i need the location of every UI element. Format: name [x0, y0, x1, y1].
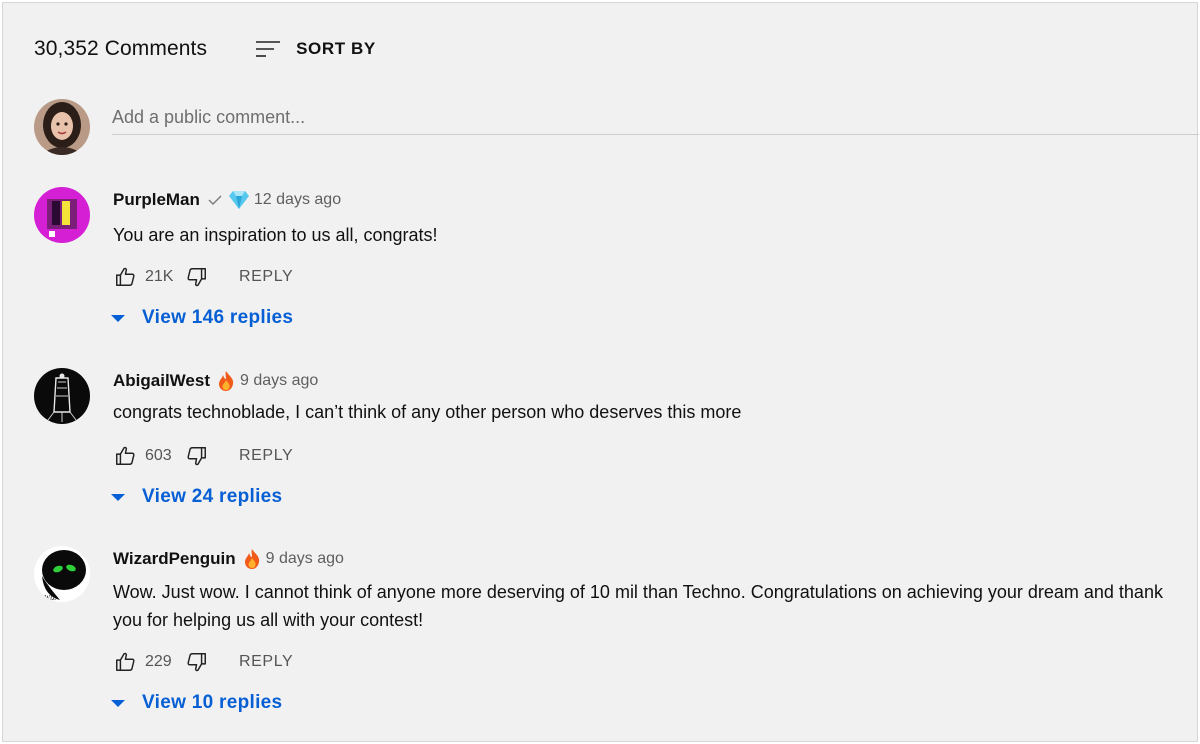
- view-replies-button[interactable]: View 24 replies: [111, 484, 1173, 510]
- view-replies-label: View 10 replies: [142, 692, 283, 713]
- avatar[interactable]: WIZ: [34, 546, 90, 602]
- diamond-icon: [228, 190, 250, 210]
- fire-icon: [242, 548, 262, 570]
- thumbs-up-icon: [116, 267, 135, 286]
- comment-meta: PurpleMan 12 days ago: [113, 187, 1173, 213]
- avatar[interactable]: [34, 368, 90, 424]
- comment-meta: WizardPenguin 9 days ago: [113, 546, 1173, 572]
- dislike-button[interactable]: [185, 444, 209, 468]
- view-replies-button[interactable]: View 146 replies: [111, 305, 1173, 331]
- reply-button[interactable]: REPLY: [239, 268, 293, 286]
- comment-actions: 21K REPLY: [113, 264, 1173, 290]
- comment-body: AbigailWest 9 days ago congrats technobl…: [111, 368, 1173, 510]
- dislike-button[interactable]: [185, 650, 209, 674]
- svg-text:WIZ: WIZ: [44, 594, 56, 602]
- reply-button[interactable]: REPLY: [239, 653, 293, 671]
- thumbs-down-icon: [187, 447, 206, 466]
- comment-body: PurpleMan 12 days ago You are an inspira…: [111, 187, 1173, 331]
- fire-icon: [216, 370, 236, 392]
- view-replies-button[interactable]: View 10 replies: [111, 690, 1173, 716]
- current-user-avatar: [34, 99, 90, 155]
- add-comment-row: [34, 99, 1199, 159]
- comment-time[interactable]: 9 days ago: [240, 372, 318, 390]
- comment-time[interactable]: 12 days ago: [254, 191, 341, 209]
- comments-panel: 30,352 Comments SORT BY Add a public com…: [2, 2, 1199, 742]
- avatar[interactable]: [34, 187, 90, 243]
- thumbs-down-icon: [187, 653, 206, 672]
- caret-down-icon: [111, 699, 125, 707]
- like-button[interactable]: [113, 650, 137, 674]
- comment-actions: 229 REPLY: [113, 649, 1173, 675]
- comment-author[interactable]: AbigailWest: [113, 371, 210, 391]
- sort-by-button[interactable]: SORT BY: [254, 37, 376, 61]
- caret-down-icon: [111, 314, 125, 322]
- like-button[interactable]: [113, 444, 137, 468]
- caret-down-icon: [111, 493, 125, 501]
- comment-meta: AbigailWest 9 days ago: [113, 368, 1173, 394]
- view-replies-label: View 24 replies: [142, 486, 283, 507]
- dislike-button[interactable]: [185, 265, 209, 289]
- thumbs-up-icon: [116, 652, 135, 671]
- verified-check-icon: [208, 194, 222, 206]
- comment-body: WizardPenguin 9 days ago Wow. Just wow. …: [111, 546, 1173, 716]
- like-count: 603: [145, 447, 172, 464]
- sort-by-label: SORT BY: [296, 39, 376, 58]
- like-count: 21K: [145, 268, 174, 285]
- comment-text: congrats technoblade, I can’t think of a…: [113, 402, 742, 422]
- comment-actions: 603 REPLY: [113, 443, 1173, 469]
- sort-lines-icon: [256, 41, 281, 57]
- like-button[interactable]: [113, 265, 137, 289]
- comments-header: 30,352 Comments SORT BY: [34, 33, 376, 65]
- thumbs-down-icon: [187, 268, 206, 287]
- thumbs-up-icon: [116, 446, 135, 465]
- comment-text: Wow. Just wow. I cannot think of anyone …: [113, 582, 1163, 630]
- add-comment-input[interactable]: [112, 101, 1199, 135]
- like-count: 229: [145, 653, 172, 670]
- comment-time[interactable]: 9 days ago: [266, 550, 344, 568]
- comment-author[interactable]: WizardPenguin: [113, 549, 236, 569]
- comment-text: You are an inspiration to us all, congra…: [113, 225, 438, 245]
- comment-count: 30,352 Comments: [34, 37, 208, 60]
- view-replies-label: View 146 replies: [142, 307, 294, 328]
- reply-button[interactable]: REPLY: [239, 447, 293, 465]
- comment-author[interactable]: PurpleMan: [113, 190, 200, 210]
